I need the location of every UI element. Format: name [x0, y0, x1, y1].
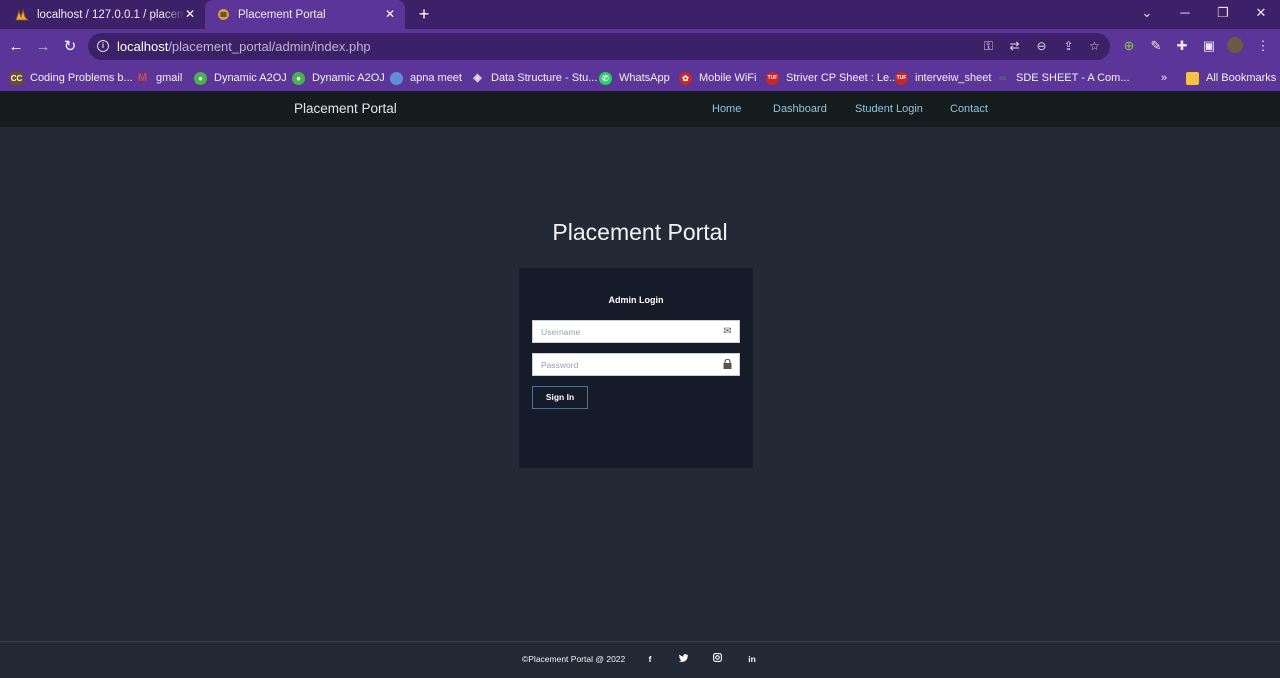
lock-icon	[722, 358, 733, 370]
username-input[interactable]	[533, 321, 713, 342]
back-button[interactable]: ←	[6, 37, 26, 57]
takeuforward-icon: TUF	[766, 71, 779, 85]
minimize-button[interactable]: ─	[1166, 0, 1204, 29]
bookmarks-bar: CC Coding Problems b... Mgmail ● Dynamic A…	[0, 64, 1280, 91]
tab-search-icon[interactable]: ⌄	[1128, 0, 1166, 29]
bookmark-item[interactable]: ● Dynamic A2OJ	[292, 68, 385, 88]
username-field: ✉	[532, 320, 740, 343]
gmail-icon: M	[137, 71, 148, 84]
folder-icon	[1186, 71, 1199, 85]
menu-icon[interactable]: ⋮	[1254, 37, 1272, 55]
nav-link-student-login[interactable]: Student Login	[855, 103, 923, 115]
bookmark-item[interactable]: ● Dynamic A2OJ	[194, 68, 287, 88]
copyright-text: ©Placement Portal @ 2022	[522, 654, 626, 664]
bookmark-item[interactable]: TUF interveiw_sheet	[895, 68, 991, 88]
globe-icon	[390, 71, 403, 85]
all-bookmarks-button[interactable]: All Bookmarks	[1186, 68, 1276, 88]
site-footer: ©Placement Portal @ 2022 f in	[0, 641, 1280, 678]
phpmyadmin-icon	[15, 8, 29, 22]
zoom-icon[interactable]: ⊖	[1033, 38, 1050, 55]
share-icon[interactable]: ⇪	[1060, 38, 1077, 55]
facebook-icon[interactable]: f	[643, 652, 657, 666]
bookmark-item[interactable]: ✆ WhatsApp	[599, 68, 670, 88]
portal-favicon-icon	[216, 8, 230, 22]
envelope-icon: ✉	[723, 326, 732, 337]
bookmark-icon: ◈	[473, 71, 482, 84]
star-icon[interactable]: ☆	[1086, 38, 1103, 55]
frog-icon: ●	[194, 71, 207, 85]
takeuforward-icon: TUF	[895, 71, 908, 85]
tab-title: localhost / 127.0.0.1 / placement	[37, 8, 185, 21]
twitter-icon[interactable]	[676, 652, 690, 666]
link-icon: ∞	[998, 72, 1007, 84]
extension-plus-icon[interactable]: ⊕	[1120, 37, 1138, 55]
address-bar[interactable]: i localhost/placement_portal/admin/index…	[88, 33, 1110, 60]
new-tab-button[interactable]: +	[414, 4, 434, 24]
close-tab-icon[interactable]: ✕	[383, 7, 397, 21]
sign-in-button[interactable]: Sign In	[532, 386, 588, 409]
bookmark-item[interactable]: TUF Striver CP Sheet : Le...	[766, 68, 898, 88]
tab-placement-portal[interactable]: Placement Portal ✕	[205, 0, 405, 29]
page-title: Placement Portal	[552, 219, 728, 245]
bookmark-item[interactable]: ✿ Mobile WiFi	[679, 68, 756, 88]
password-field	[532, 353, 740, 376]
codechef-icon: CC	[10, 71, 23, 85]
bookmark-item[interactable]: ∞ SDE SHEET - A Com...	[996, 68, 1130, 88]
nav-link-contact[interactable]: Contact	[950, 103, 988, 115]
whatsapp-icon: ✆	[599, 71, 612, 85]
huawei-icon: ✿	[679, 71, 692, 85]
bookmark-item[interactable]: CC Coding Problems b...	[10, 68, 133, 88]
login-title: Admin Login	[608, 295, 664, 305]
site-navbar: Placement Portal Home Dashboard Student …	[0, 91, 1280, 127]
site-brand[interactable]: Placement Portal	[294, 101, 397, 116]
linkedin-icon[interactable]: in	[745, 652, 759, 666]
browser-tab-bar: localhost / 127.0.0.1 / placement ✕ Plac…	[0, 0, 1280, 29]
bookmarks-overflow-button[interactable]: »	[1161, 68, 1167, 88]
translate-icon[interactable]: ⇄	[1006, 38, 1023, 55]
frog-icon: ●	[292, 71, 305, 85]
tab-title: Placement Portal	[238, 8, 326, 21]
close-window-button[interactable]: ✕	[1242, 0, 1280, 29]
pen-extension-icon[interactable]: ✎	[1147, 37, 1165, 55]
browser-toolbar: ← → ↻ i localhost/placement_portal/admin…	[0, 29, 1280, 64]
key-icon[interactable]: ⚿	[980, 38, 997, 55]
instagram-icon[interactable]	[710, 652, 724, 666]
side-panel-icon[interactable]: ▣	[1200, 37, 1218, 55]
url-text[interactable]: localhost/placement_portal/admin/index.p…	[117, 39, 371, 54]
bookmark-item[interactable]: ◈ Data Structure - Stu...	[471, 68, 597, 88]
bookmark-item[interactable]: apna meet	[390, 68, 462, 88]
restore-button[interactable]: ❐	[1204, 0, 1242, 29]
puzzle-icon[interactable]: ✚	[1173, 37, 1191, 55]
site-info-icon[interactable]: i	[97, 40, 109, 52]
tab-phpmyadmin[interactable]: localhost / 127.0.0.1 / placement ✕	[0, 0, 205, 29]
nav-link-home[interactable]: Home	[712, 103, 741, 115]
login-card: Admin Login ✉ Sign In	[519, 268, 753, 468]
close-tab-icon[interactable]: ✕	[183, 7, 197, 21]
bookmark-item[interactable]: Mgmail	[136, 68, 182, 88]
profile-avatar[interactable]	[1227, 37, 1243, 53]
nav-link-dashboard[interactable]: Dashboard	[773, 103, 827, 115]
reload-button[interactable]: ↻	[60, 37, 80, 57]
forward-button[interactable]: →	[33, 37, 53, 57]
password-input[interactable]	[533, 354, 713, 375]
